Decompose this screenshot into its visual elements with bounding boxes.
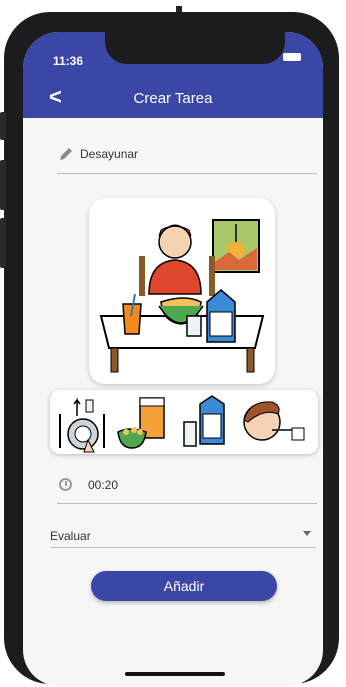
- notch: [105, 32, 285, 64]
- page-title: Crear Tarea: [133, 90, 213, 107]
- dropdown-arrow-icon[interactable]: [303, 531, 311, 536]
- task-name-underline: [57, 173, 317, 174]
- set-table-pictogram: [59, 397, 105, 453]
- duration-value[interactable]: 00:20: [88, 478, 118, 492]
- task-name-value: Desayunar: [80, 147, 139, 161]
- side-button: [0, 112, 6, 140]
- eating-pictogram: [243, 401, 305, 441]
- duration-underline: [57, 503, 317, 504]
- screen: 11:36 .... < Crear Tarea Desayunar: [23, 32, 323, 686]
- side-button: [0, 160, 6, 210]
- evaluate-underline: [50, 547, 316, 548]
- breakfast-scene-pictogram: [99, 219, 265, 373]
- milk-pictogram: [183, 395, 225, 447]
- clock-icon: [59, 478, 72, 491]
- side-button: [0, 218, 6, 268]
- main-pictogram-card[interactable]: [89, 198, 275, 384]
- cereal-pictogram: [117, 397, 165, 449]
- steps-pictogram-strip[interactable]: [50, 390, 318, 454]
- battery-icon: [283, 53, 301, 61]
- phone-frame: 11:36 .... < Crear Tarea Desayunar: [0, 12, 339, 686]
- evaluate-select[interactable]: Evaluar: [50, 529, 91, 543]
- home-indicator[interactable]: [125, 672, 225, 676]
- pencil-icon: [60, 148, 72, 160]
- add-button[interactable]: Añadir: [91, 571, 277, 601]
- task-name-field[interactable]: Desayunar: [58, 146, 316, 162]
- steps-pictograms: [59, 395, 305, 453]
- status-time: 11:36: [53, 54, 84, 68]
